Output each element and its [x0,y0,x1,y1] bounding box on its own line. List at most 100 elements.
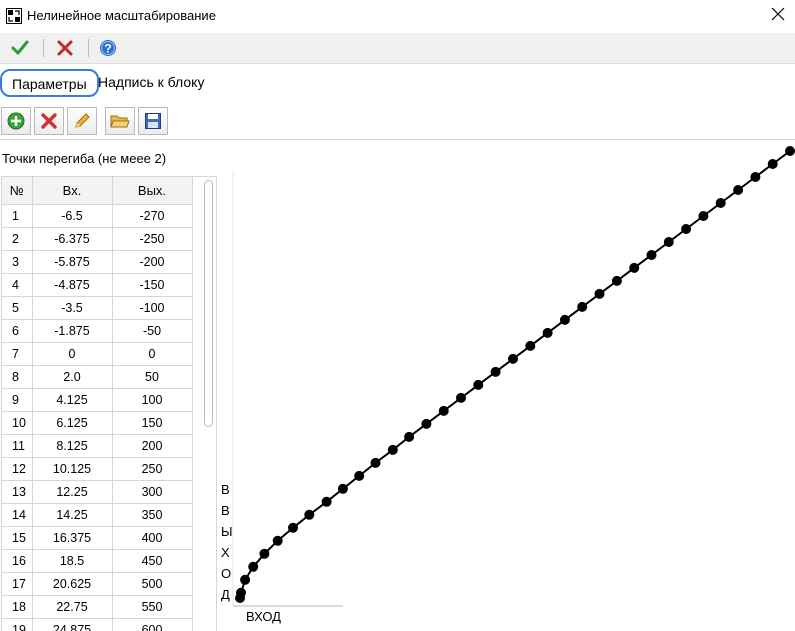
data-point[interactable] [698,211,709,221]
table-row[interactable]: 9 4.125 100 [2,388,193,412]
cell-number[interactable]: 19 [2,618,33,631]
cell-output[interactable]: 450 [112,549,193,573]
cell-number[interactable]: 13 [2,480,33,504]
data-point[interactable] [421,418,432,429]
cell-input[interactable]: -3.5 [32,296,113,320]
data-point[interactable] [542,327,553,338]
data-point[interactable] [236,587,246,598]
cell-output[interactable]: -250 [112,227,193,251]
table-row[interactable]: 5 -3.5 -100 [2,296,193,320]
cell-output[interactable]: 500 [112,572,193,596]
cell-output[interactable]: 600 [112,618,193,631]
ok-button[interactable] [9,37,31,59]
cell-output[interactable]: 300 [112,480,193,504]
table-row[interactable]: 2 -6.375 -250 [2,227,193,251]
cell-number[interactable]: 12 [2,457,33,481]
cell-output[interactable]: 400 [112,526,193,550]
cancel-button[interactable] [54,37,76,59]
cell-number[interactable]: 2 [2,227,33,251]
cell-input[interactable]: 24.875 [32,618,113,631]
cell-number[interactable]: 15 [2,526,33,550]
cell-input[interactable]: 6.125 [32,411,113,435]
cell-input[interactable]: -1.875 [32,319,113,343]
cell-number[interactable]: 5 [2,296,33,320]
delete-point-button[interactable] [34,107,64,135]
data-point[interactable] [525,340,536,351]
header-number[interactable]: № [2,177,33,205]
cell-number[interactable]: 1 [2,204,33,228]
cell-output[interactable]: 0 [112,342,193,366]
data-point[interactable] [733,185,744,195]
data-point[interactable] [404,431,415,442]
cell-input[interactable]: 0 [32,342,113,366]
data-point[interactable] [629,262,640,273]
cell-input[interactable]: -4.875 [32,273,113,297]
data-point[interactable] [577,301,588,312]
edit-point-button[interactable] [67,107,97,135]
data-point[interactable] [354,470,365,481]
cell-number[interactable]: 7 [2,342,33,366]
cell-output[interactable]: 100 [112,388,193,412]
cell-number[interactable]: 18 [2,595,33,619]
table-row[interactable]: 11 8.125 200 [2,434,193,458]
cell-input[interactable]: 2.0 [32,365,113,389]
close-icon[interactable] [770,6,786,22]
cell-output[interactable]: 350 [112,503,193,527]
cell-number[interactable]: 8 [2,365,33,389]
table-row[interactable]: 15 16.375 400 [2,526,193,550]
table-row[interactable]: 12 10.125 250 [2,457,193,481]
table-row[interactable]: 17 20.625 500 [2,572,193,596]
data-point[interactable] [304,509,315,520]
data-point[interactable] [438,405,449,416]
data-point[interactable] [248,561,259,572]
cell-input[interactable]: 10.125 [32,457,113,481]
cell-output[interactable]: -200 [112,250,193,274]
table-row[interactable]: 18 22.75 550 [2,595,193,619]
cell-input[interactable]: 22.75 [32,595,113,619]
cell-number[interactable]: 17 [2,572,33,596]
cell-output[interactable]: 200 [112,434,193,458]
data-point[interactable] [559,314,570,325]
cell-number[interactable]: 6 [2,319,33,343]
data-point[interactable] [681,224,692,234]
table-row[interactable]: 8 2.0 50 [2,365,193,389]
table-row[interactable]: 3 -5.875 -200 [2,250,193,274]
help-button[interactable]: ? [97,37,119,59]
cell-input[interactable]: -6.375 [32,227,113,251]
cell-output[interactable]: -100 [112,296,193,320]
cell-input[interactable]: 8.125 [32,434,113,458]
cell-number[interactable]: 11 [2,434,33,458]
data-point[interactable] [750,172,761,182]
cell-input[interactable]: 12.25 [32,480,113,504]
cell-number[interactable]: 4 [2,273,33,297]
tab-parameters[interactable]: Параметры [0,69,99,97]
table-row[interactable]: 19 24.875 600 [2,618,193,631]
cell-input[interactable]: 4.125 [32,388,113,412]
cell-number[interactable]: 14 [2,503,33,527]
cell-input[interactable]: 16.375 [32,526,113,550]
data-point[interactable] [785,146,795,156]
cell-number[interactable]: 16 [2,549,33,573]
header-input[interactable]: Вх. [32,177,113,205]
data-point[interactable] [646,250,657,260]
tab-block-caption[interactable]: Надпись к блоку [88,69,214,97]
table-row[interactable]: 1 -6.5 -270 [2,204,193,228]
cell-output[interactable]: 150 [112,411,193,435]
data-point[interactable] [611,275,622,286]
cell-output[interactable]: 50 [112,365,193,389]
data-point[interactable] [240,574,251,585]
table-row[interactable]: 4 -4.875 -150 [2,273,193,297]
data-point[interactable] [663,237,674,247]
cell-number[interactable]: 9 [2,388,33,412]
scrollbar-thumb[interactable] [204,180,213,427]
data-point[interactable] [594,288,605,299]
add-point-button[interactable] [1,107,31,135]
cell-number[interactable]: 10 [2,411,33,435]
table-row[interactable]: 10 6.125 150 [2,411,193,435]
cell-output[interactable]: 250 [112,457,193,481]
open-file-button[interactable] [105,107,135,135]
cell-output[interactable]: 550 [112,595,193,619]
data-point[interactable] [370,457,381,468]
cell-input[interactable]: 20.625 [32,572,113,596]
data-point[interactable] [387,444,398,455]
